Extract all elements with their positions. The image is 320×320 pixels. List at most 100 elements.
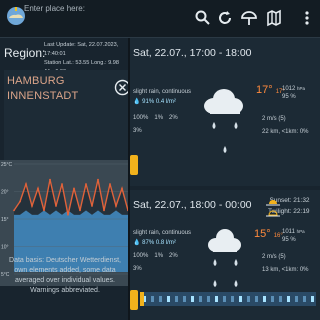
card2-time: Sat, 22.07., 18:00 - 00:00 — [133, 199, 252, 211]
timeline-strip[interactable] — [140, 292, 316, 306]
temperature-point — [103, 209, 105, 212]
temperature-point — [109, 183, 111, 185]
timeline-marker — [295, 296, 298, 302]
temperature-point — [49, 178, 51, 181]
temperature-point — [85, 183, 87, 185]
timeline-cursor[interactable] — [140, 292, 144, 306]
card1-drag-handle[interactable] — [130, 155, 138, 175]
region-name-panel[interactable]: HAMBURG INNENSTADT — [4, 70, 131, 160]
card2-stat2: 1% — [154, 253, 164, 259]
temperature-point — [13, 209, 15, 212]
card2-pressure: 1011 — [282, 229, 295, 235]
region-name-line1: HAMBURG — [7, 75, 65, 87]
card2-precip: 87% 0.8 l/m² — [142, 240, 176, 246]
timeline-marker — [175, 296, 178, 302]
card2-pressure-unit: hPa — [296, 229, 305, 234]
timeline-marker — [255, 296, 258, 302]
data-basis-text: Data basis: Deutscher Wetterdienst, own … — [9, 257, 121, 294]
temperature-point — [31, 205, 33, 207]
droplet-icon: 💧 — [133, 99, 141, 105]
timeline-marker — [311, 296, 314, 302]
y-tick-label: 20° — [1, 190, 9, 196]
card2-visibility: 13 km, <1km: 0% — [262, 267, 309, 273]
toolbar — [0, 0, 320, 37]
search-icon[interactable] — [194, 9, 212, 27]
temperature-point — [25, 183, 27, 185]
card2-wind: 2 m/s (5) — [262, 254, 286, 260]
card1-stat2: 1% — [154, 115, 164, 121]
more-vert-icon[interactable] — [298, 9, 316, 27]
forecast-card-1[interactable]: Sat, 22.07., 17:00 - 18:00 slight rain, … — [130, 38, 320, 186]
temperature-point — [115, 205, 117, 207]
twilight-icon — [266, 210, 280, 217]
card1-stats: 100% 1% 2% — [133, 115, 178, 121]
card2-stat4-row: 3% — [133, 266, 142, 272]
card2-condition: slight rain, continuous — [133, 230, 192, 236]
card1-time: Sat, 22.07., 17:00 - 18:00 — [133, 47, 252, 59]
card2-stat1: 100% — [133, 253, 149, 259]
card2-precip-row: 💧 87% 0.8 l/m² — [133, 239, 176, 246]
card1-pressure-unit: hPa — [297, 86, 306, 91]
region-name: HAMBURG INNENSTADT — [7, 74, 107, 104]
timeline-marker — [191, 296, 194, 302]
timeline-marker — [303, 296, 306, 302]
card1-precip: 91% 0.4 l/m² — [142, 99, 176, 105]
card2-right-stats: 1011 hPa 95 % — [282, 228, 305, 244]
temperature-point — [43, 209, 45, 212]
card1-stat4-row: 3% — [133, 128, 142, 134]
y-tick-label: 25°C — [1, 162, 13, 168]
temperature-point — [121, 187, 123, 190]
y-tick-label: 10° — [1, 245, 9, 251]
temperature-point — [97, 178, 99, 181]
region-panel-left: Region: Last Update: Sat, 22.07.2023, 17… — [0, 38, 131, 320]
timeline-marker — [247, 296, 250, 302]
timeline-marker — [279, 296, 282, 302]
card1-stat4: 3% — [133, 128, 142, 134]
place-search-input[interactable] — [24, 0, 174, 14]
card1-stat3: 2% — [169, 115, 178, 121]
cloud-icon — [208, 229, 241, 252]
card2-stat4: 3% — [133, 266, 142, 272]
umbrella-icon[interactable] — [240, 9, 258, 27]
timeline-marker — [215, 296, 218, 302]
timeline-marker — [271, 296, 274, 302]
card2-drag-handle[interactable] — [130, 290, 138, 310]
map-icon[interactable] — [265, 9, 283, 27]
card1-condition: slight rain, continuous — [133, 89, 192, 95]
card1-stat1: 100% — [133, 115, 149, 121]
region-label: Region: — [4, 46, 46, 60]
temperature-point — [67, 213, 69, 216]
temperature-point — [55, 205, 57, 207]
rain-drops-icon — [213, 259, 238, 287]
card2-humidity: 95 % — [282, 237, 296, 243]
sunset-icon — [266, 200, 280, 206]
temperature-point — [79, 209, 81, 212]
card1-temps: 17° 17° — [256, 84, 285, 96]
timeline-marker — [207, 296, 210, 302]
card1-right-stats: 1012 hPa 95 % — [282, 85, 305, 101]
temperature-point — [19, 200, 21, 203]
card1-pressure: 1012 — [282, 86, 296, 92]
temperature-point — [61, 183, 63, 185]
timeline-marker — [183, 296, 186, 302]
card1-humidity: 95 % — [282, 94, 296, 100]
timeline-marker — [231, 296, 234, 302]
card2-stat3: 2% — [169, 253, 178, 259]
temperature-point — [37, 187, 39, 190]
temperature-point — [91, 205, 93, 207]
timeline-marker — [199, 296, 202, 302]
card2-temps: 15° 16° — [254, 228, 283, 240]
card2-temp-high: 15° — [254, 228, 271, 240]
timeline-marker — [167, 296, 170, 302]
droplet-icon: 💧 — [133, 240, 141, 246]
last-update-text: Last Update: Sat, 22.07.2023, 17:40:01 — [44, 42, 119, 57]
card1-temp-high: 17° — [256, 84, 273, 96]
card1-wind: 2 m/s (5) — [262, 116, 286, 122]
refresh-icon[interactable] — [216, 9, 234, 27]
card1-visibility: 22 km, <1km: 0% — [262, 129, 309, 135]
timeline-marker — [159, 296, 162, 302]
rain-drops-icon — [212, 122, 238, 153]
timeline-marker — [287, 296, 290, 302]
region-name-line2: INNENSTADT — [7, 90, 79, 102]
temperature-point — [73, 187, 75, 190]
